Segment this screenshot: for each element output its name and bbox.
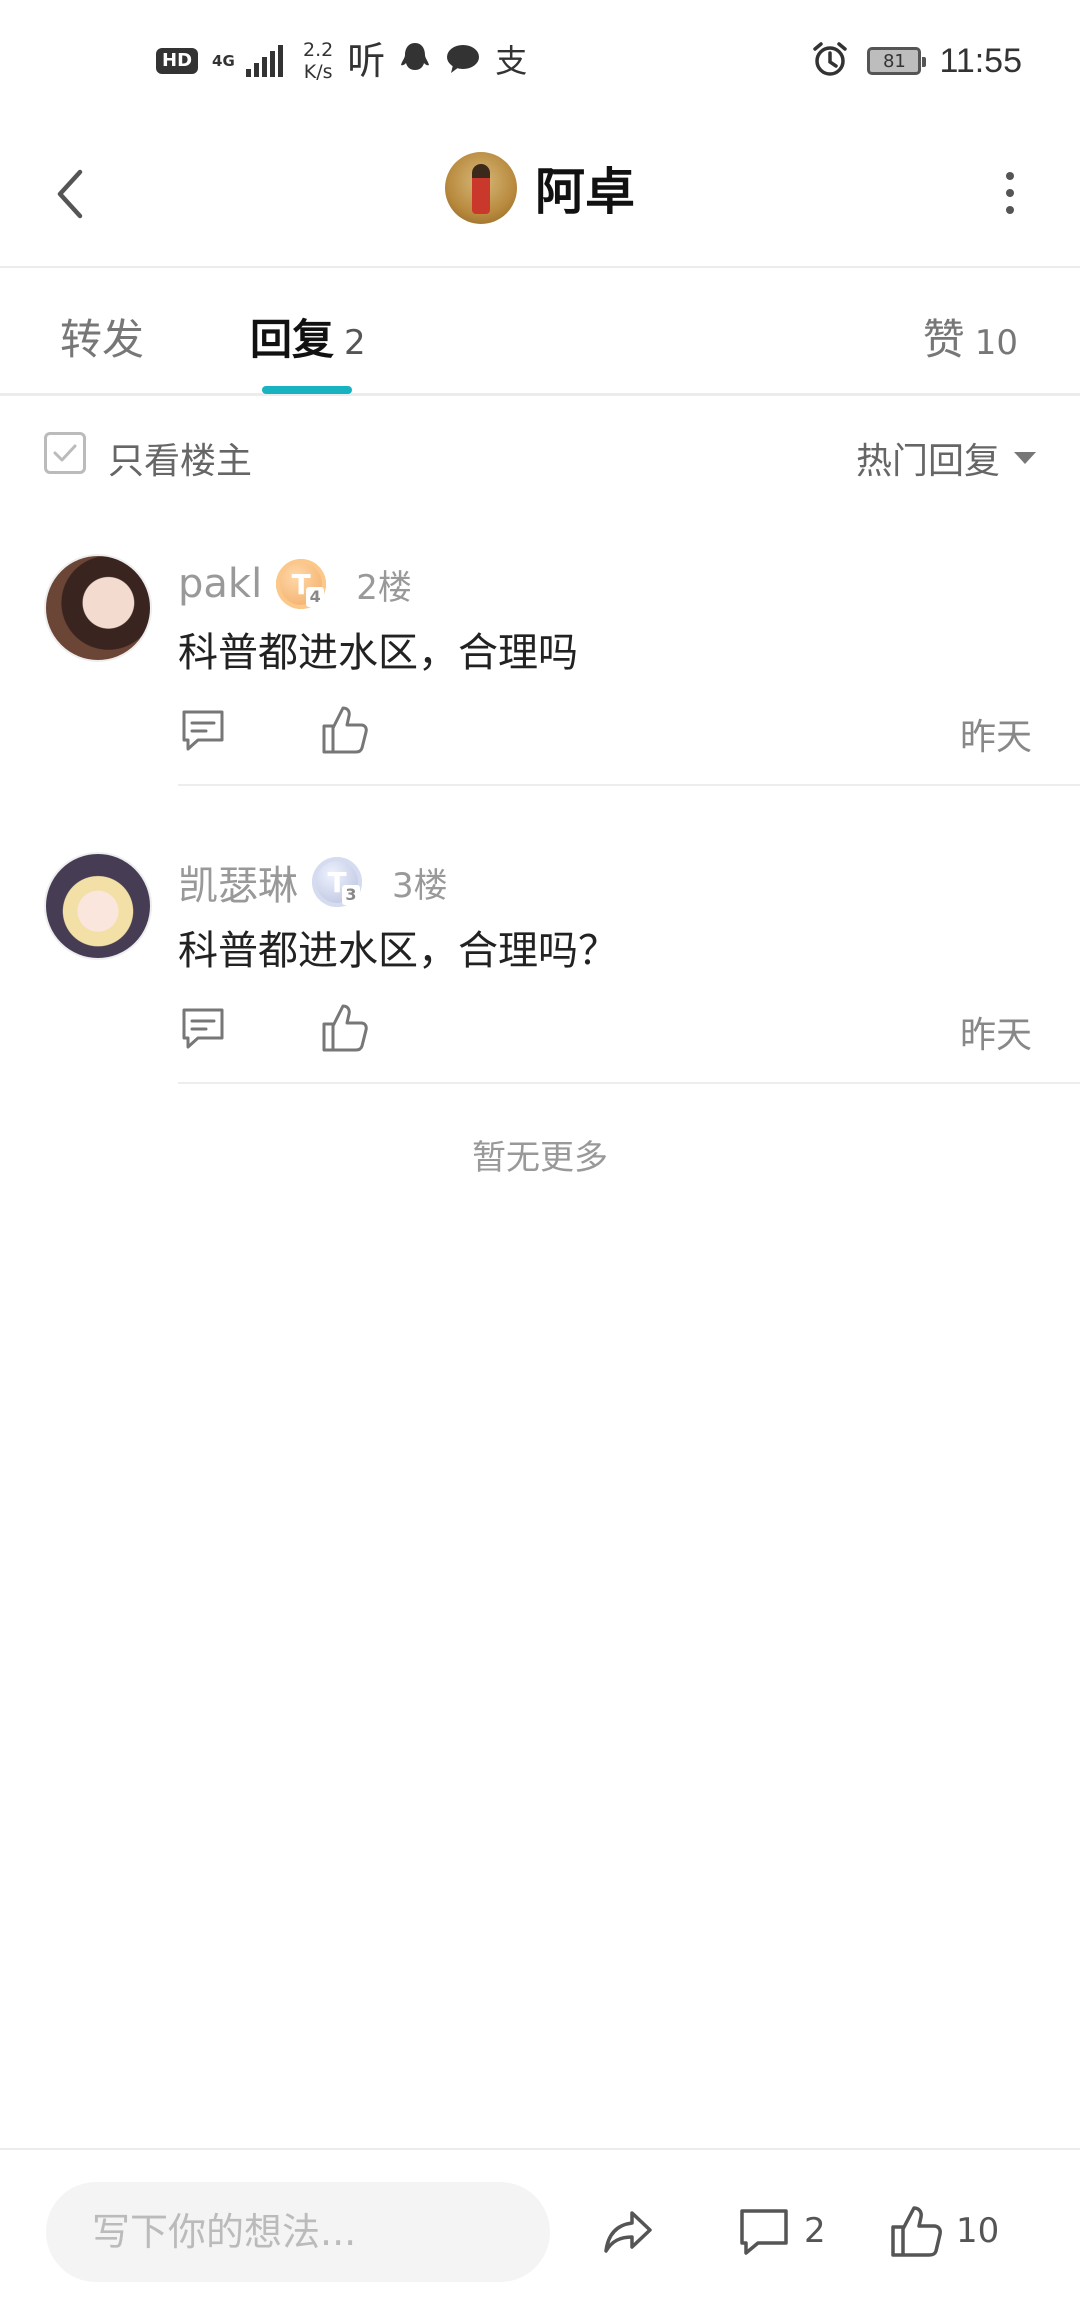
level-number: 4 [306,587,325,607]
battery-level: 81 [882,50,906,72]
ting-icon: 听 [347,39,386,83]
alipay-icon: 支 [495,42,528,80]
filter-bar: 只看楼主 热门回复 [0,396,1080,516]
only-op-checkbox[interactable] [44,432,86,474]
like-count: 10 [956,2211,1000,2251]
more-dot-icon [1006,189,1014,197]
username[interactable]: pakl [178,561,262,607]
tab-forward[interactable]: 转发 [60,306,144,367]
bottom-bar: 2 10 [0,2148,1080,2310]
tab-reply-count: 2 [344,323,366,363]
comment-icon[interactable] [178,706,228,756]
comment-count: 2 [804,2211,826,2251]
alarm-icon [811,40,849,82]
level-badge-icon: T 3 [312,857,362,907]
tab-like[interactable]: 赞 10 [923,306,1018,367]
hd-badge: HD [156,48,199,74]
like-button[interactable]: 10 [888,2196,999,2266]
thumbs-up-icon[interactable] [320,1000,370,1054]
level-number: 3 [342,885,360,905]
more-dot-icon [1006,172,1014,180]
share-icon [604,2211,652,2253]
tab-reply-label: 回复 [250,315,335,364]
level-badge-icon: T 4 [276,559,327,609]
more-options-button[interactable] [980,160,1040,226]
page-title: 阿卓 [535,163,635,221]
tab-like-count: 10 [974,323,1018,363]
caret-down-icon [1014,452,1036,464]
tab-reply[interactable]: 回复 2 [250,306,366,367]
comment-bubble-icon [740,2209,788,2255]
more-dot-icon [1006,206,1014,214]
reply-text: 科普都进水区，合理吗 [178,630,578,676]
avatar[interactable] [44,852,152,960]
wechat-icon [445,43,481,79]
comment-input[interactable] [46,2182,550,2282]
speed-value: 2.2 [303,39,334,61]
username[interactable]: 凯瑟琳 [178,853,298,911]
thumbs-up-icon[interactable] [320,702,370,756]
post-replies-page: HD 4G 2.2 K/s 听 支 81 11:55 阿卓 转发 回复 2 赞 … [0,0,1080,2310]
clock: 11:55 [939,41,1022,80]
reply-header: pakl T 4 2楼 [178,556,412,612]
signal-icon [246,45,284,77]
network-speed: 2.2 K/s [303,39,333,83]
tab-like-label: 赞 [922,315,965,364]
check-icon [53,444,77,462]
reply-header: 凯瑟琳 T 3 3楼 [178,854,448,910]
reply-text: 科普都进水区，合理吗？ [178,928,618,974]
tab-forward-label: 转发 [60,315,145,364]
avatar[interactable] [44,554,152,662]
status-right: 81 11:55 [811,36,1022,86]
comment-icon[interactable] [178,1004,228,1054]
author-avatar[interactable] [445,152,517,224]
reply-item: 凯瑟琳 T 3 3楼 科普都进水区，合理吗？ 昨天 [0,818,1080,1116]
floor-number: 2楼 [356,567,412,608]
header: 阿卓 [0,120,1080,268]
reply-actions: 昨天 [178,996,1038,1066]
tab-bar: 转发 回复 2 赞 10 [0,270,1080,396]
only-op-label[interactable]: 只看楼主 [108,432,252,484]
title-area[interactable]: 阿卓 [0,148,1080,228]
share-button[interactable] [600,2196,656,2266]
reply-actions: 昨天 [178,698,1038,768]
floor-number: 3楼 [392,865,448,906]
comment-button[interactable]: 2 [736,2196,826,2266]
network-type: 4G [212,51,235,70]
thumbs-up-icon [891,2206,942,2257]
reply-item: pakl T 4 2楼 科普都进水区，合理吗 昨天 [0,520,1080,818]
speed-unit: K/s [303,61,333,83]
sort-dropdown[interactable]: 热门回复 [856,432,1036,484]
divider [178,1082,1080,1084]
reply-time: 昨天 [959,717,1032,758]
battery-icon: 81 [867,47,927,75]
status-bar: HD 4G 2.2 K/s 听 支 81 11:55 [0,0,1080,120]
reply-time: 昨天 [959,1015,1032,1056]
sort-label: 热门回复 [855,441,1000,482]
qq-icon [399,41,431,81]
no-more-label: 暂无更多 [472,1138,608,1178]
status-left: HD 4G 2.2 K/s 听 支 [156,36,527,86]
divider [178,784,1080,786]
tab-active-indicator [262,386,352,394]
